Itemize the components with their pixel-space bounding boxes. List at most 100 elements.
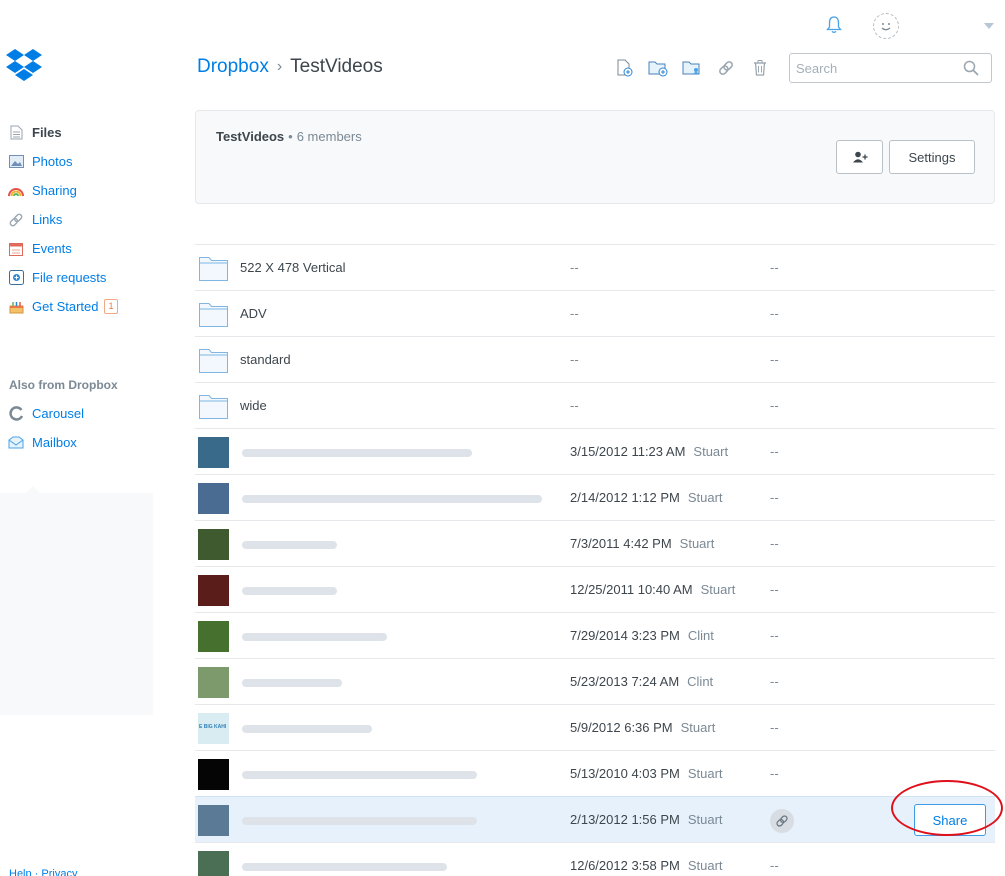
file-row[interactable]: E BIG KAHI 5/9/2012 6:36 PM Stuart -- xyxy=(195,704,995,750)
modified-time: -- xyxy=(570,398,579,413)
sidebar-item-files[interactable]: Files xyxy=(8,118,158,147)
blurred-file-name[interactable] xyxy=(242,817,477,825)
sidebar-item-mailbox[interactable]: Mailbox xyxy=(8,428,84,457)
sidebar-item-carousel[interactable]: Carousel xyxy=(8,399,84,428)
members-count[interactable]: 6 members xyxy=(297,129,362,144)
file-row[interactable]: 2/14/2012 1:12 PM Stuart -- xyxy=(195,474,995,520)
folder-name[interactable]: ADV xyxy=(240,306,267,321)
shared-status: -- xyxy=(770,858,779,873)
modified-by: Stuart xyxy=(679,536,715,551)
blurred-file-name[interactable] xyxy=(242,541,337,549)
upload-file-icon xyxy=(617,59,633,77)
modified-time: -- xyxy=(570,306,579,321)
copy-link-button[interactable] xyxy=(770,809,794,833)
sidebar-item-label: Mailbox xyxy=(32,435,77,450)
search-input[interactable] xyxy=(790,54,950,82)
chevron-down-icon[interactable] xyxy=(984,23,994,29)
thumbnail-text: E BIG KAHI xyxy=(199,724,227,730)
blurred-file-name[interactable] xyxy=(242,587,337,595)
file-row[interactable]: 3/15/2012 11:23 AM Stuart -- xyxy=(195,428,995,474)
new-folder-icon xyxy=(648,61,668,77)
file-row[interactable]: 7/3/2011 4:42 PM Stuart -- xyxy=(195,520,995,566)
modified-time: 7/3/2011 4:42 PM xyxy=(570,536,672,551)
breadcrumb-separator: › xyxy=(276,58,283,75)
trash-icon xyxy=(754,60,766,76)
share-link-button[interactable] xyxy=(716,58,736,78)
folder-name[interactable]: standard xyxy=(240,352,291,367)
blurred-file-name[interactable] xyxy=(242,679,342,687)
sidebar-item-photos[interactable]: Photos xyxy=(8,147,158,176)
file-row[interactable]: 5/13/2010 4:03 PM Stuart -- xyxy=(195,750,995,796)
invite-member-button[interactable] xyxy=(836,140,883,174)
blurred-file-name[interactable] xyxy=(242,495,542,503)
modified-by: Stuart xyxy=(687,812,723,827)
shared-status: -- xyxy=(770,720,779,735)
video-thumbnail xyxy=(198,667,229,698)
blurred-file-name[interactable] xyxy=(242,633,387,641)
share-button[interactable]: Share xyxy=(914,804,986,836)
folder-name[interactable]: wide xyxy=(240,398,267,413)
modified-date: 5/9/2012 6:36 PM Stuart xyxy=(570,720,715,735)
modified-by: Stuart xyxy=(687,766,723,781)
blurred-file-name[interactable] xyxy=(242,771,477,779)
modified-by: Stuart xyxy=(700,582,736,597)
new-folder-button[interactable] xyxy=(648,58,668,78)
sidebar-item-label: File requests xyxy=(32,270,107,285)
smiley-icon xyxy=(881,23,891,31)
sidebar-item-sharing[interactable]: Sharing xyxy=(8,176,158,205)
banner-title: TestVideos • 6 members xyxy=(216,129,362,144)
blurred-file-name[interactable] xyxy=(242,449,472,457)
bell-icon[interactable] xyxy=(826,16,842,34)
modified-date: 2/13/2012 1:56 PM Stuart xyxy=(570,812,723,827)
file-icon xyxy=(8,125,24,141)
folder-row[interactable]: standard -- -- xyxy=(195,336,995,382)
settings-button[interactable]: Settings xyxy=(889,140,975,174)
modified-by: Stuart xyxy=(687,490,723,505)
link-icon xyxy=(776,815,788,827)
folder-row[interactable]: wide -- -- xyxy=(195,382,995,428)
sidebar-promo-panel xyxy=(0,486,153,715)
also-from-nav: Carousel Mailbox xyxy=(8,399,84,457)
folder-row[interactable]: 522 X 478 Vertical -- -- xyxy=(195,244,995,290)
modified-date: 7/3/2011 4:42 PM Stuart xyxy=(570,536,714,551)
search-box xyxy=(789,53,992,83)
shared-status: -- xyxy=(770,628,779,643)
blurred-file-name[interactable] xyxy=(242,725,372,733)
dropbox-logo-icon[interactable] xyxy=(6,48,42,82)
sidebar-item-label: Files xyxy=(32,125,62,140)
shared-status: -- xyxy=(770,352,779,367)
shared-folder-button[interactable] xyxy=(682,58,702,78)
file-row[interactable]: 7/29/2014 3:23 PM Clint -- xyxy=(195,612,995,658)
modified-date: 3/15/2012 11:23 AM Stuart xyxy=(570,444,728,459)
folder-name[interactable]: 522 X 478 Vertical xyxy=(240,260,346,275)
search-icon[interactable] xyxy=(963,60,979,76)
modified-by: Stuart xyxy=(693,444,729,459)
file-row[interactable]: 5/23/2013 7:24 AM Clint -- xyxy=(195,658,995,704)
folder-icon xyxy=(199,257,228,281)
separator-dot: • xyxy=(288,129,293,144)
sidebar-item-events[interactable]: Events xyxy=(8,234,158,263)
top-bar xyxy=(0,0,1005,50)
shared-status: -- xyxy=(770,766,779,781)
shared-status: -- xyxy=(770,536,779,551)
sidebar-item-file-requests[interactable]: File requests xyxy=(8,263,158,292)
video-thumbnail xyxy=(198,483,229,514)
upload-file-button[interactable] xyxy=(614,58,634,78)
sidebar-item-links[interactable]: Links xyxy=(8,205,158,234)
folder-name: TestVideos xyxy=(216,129,285,144)
sidebar-footer-link[interactable]: Help · Privacy xyxy=(9,868,77,876)
file-row[interactable]: 12/25/2011 10:40 AM Stuart -- xyxy=(195,566,995,612)
add-member-icon xyxy=(852,151,867,163)
sidebar-item-label: Sharing xyxy=(32,183,77,198)
file-row[interactable]: 2/13/2012 1:56 PM Stuart Share xyxy=(195,796,995,842)
blurred-file-name[interactable] xyxy=(242,863,447,871)
sidebar-item-get-started[interactable]: Get Started 1 xyxy=(8,292,158,321)
shared-status: -- xyxy=(770,490,779,505)
breadcrumb-root-link[interactable]: Dropbox xyxy=(197,56,269,78)
modified-time: 5/9/2012 6:36 PM xyxy=(570,720,673,735)
modified-date: -- xyxy=(570,306,579,321)
delete-button[interactable] xyxy=(750,58,770,78)
file-row[interactable]: 12/6/2012 3:58 PM Stuart -- xyxy=(195,842,995,876)
avatar[interactable] xyxy=(873,13,899,39)
folder-row[interactable]: ADV -- -- xyxy=(195,290,995,336)
